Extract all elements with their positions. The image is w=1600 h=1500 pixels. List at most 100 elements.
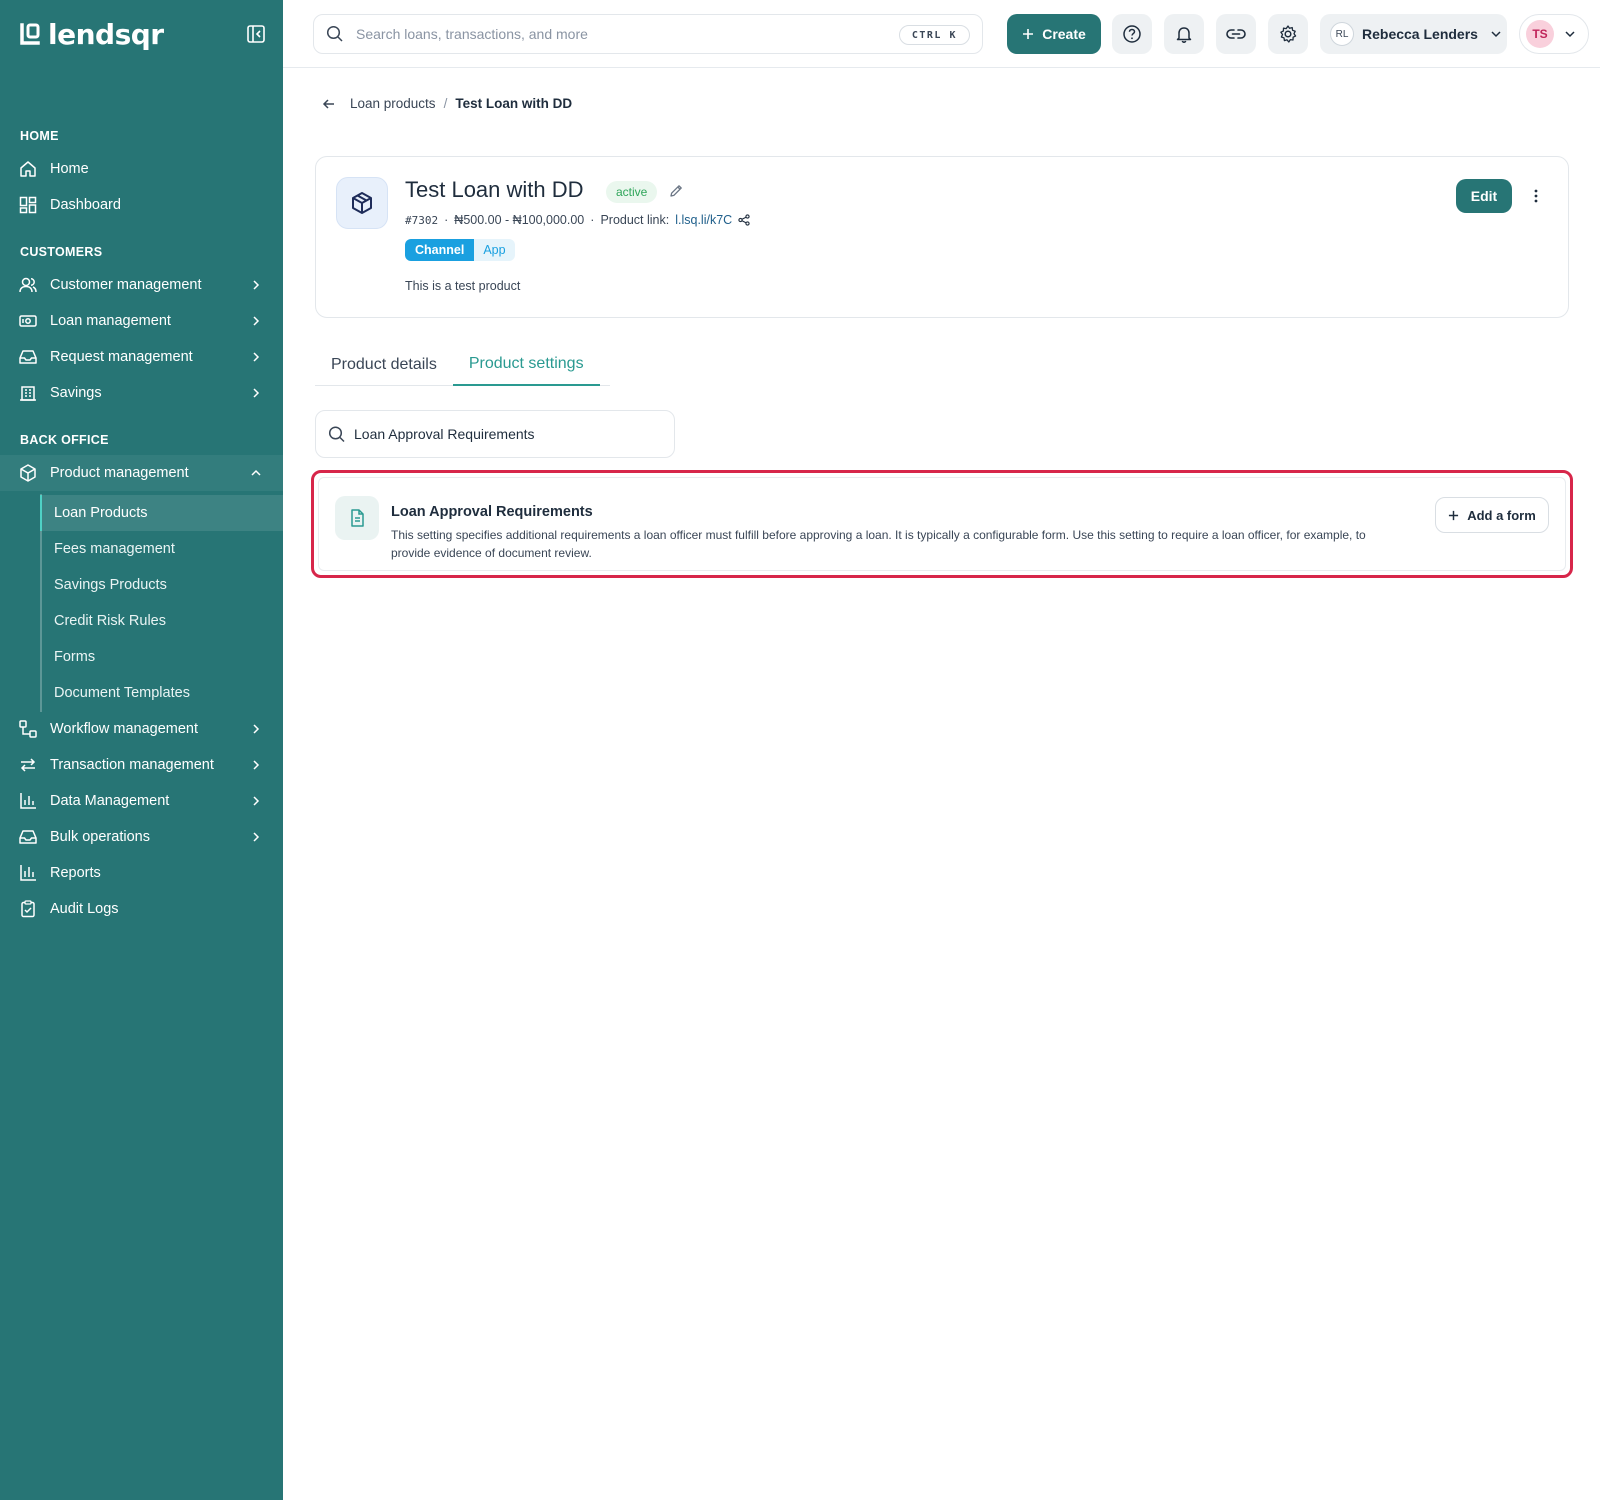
users-icon [19, 277, 37, 293]
chevron-up-icon [251, 469, 261, 476]
sidebar-subitem-forms[interactable]: Forms [40, 639, 283, 675]
global-search[interactable]: CTRL K [313, 14, 983, 54]
lendsqr-logo-icon [20, 22, 40, 45]
sidebar-item-label: Bulk operations [50, 829, 150, 845]
setting-description: This setting specifies additional requir… [391, 528, 1366, 560]
sidebar-item-dashboard[interactable]: Dashboard [0, 187, 283, 223]
section-back-office: BACK OFFICE [20, 433, 109, 447]
logo[interactable]: lendsqr [20, 18, 164, 51]
home-icon [20, 161, 36, 177]
link-button[interactable] [1216, 14, 1256, 54]
sidebar-item-product-management[interactable]: Product management [0, 455, 283, 491]
link-icon [1226, 29, 1246, 39]
sidebar: lendsqr HOME Home Dashboard CUSTOMERS Cu… [0, 0, 283, 1500]
tab-product-details[interactable]: Product details [315, 344, 453, 386]
inbox-icon [19, 350, 37, 364]
breadcrumb-parent[interactable]: Loan products [350, 96, 436, 111]
sidebar-subitem-savings-products[interactable]: Savings Products [40, 567, 283, 603]
organization-switcher[interactable]: RL Rebecca Lenders [1320, 14, 1507, 54]
sidebar-item-data-management[interactable]: Data Management [0, 783, 283, 819]
package-icon [20, 464, 36, 482]
sidebar-subitem-credit-risk-rules[interactable]: Credit Risk Rules [40, 603, 283, 639]
sidebar-subitem-document-templates[interactable]: Document Templates [40, 675, 283, 711]
workflow-icon [19, 720, 37, 738]
notifications-button[interactable] [1164, 14, 1204, 54]
product-header-card: Test Loan with DD active #7302 · ₦500.00… [315, 156, 1569, 318]
sidebar-item-audit-logs[interactable]: Audit Logs [0, 891, 283, 927]
chevron-right-icon [253, 388, 260, 398]
status-badge: active [606, 181, 658, 203]
search-icon [326, 25, 343, 42]
collapse-sidebar-icon[interactable] [246, 24, 266, 44]
profile-menu[interactable]: TS [1519, 14, 1589, 54]
product-link[interactable]: l.lsq.li/k7C [675, 213, 732, 227]
sidebar-item-label: Home [50, 161, 89, 177]
share-icon[interactable] [738, 214, 750, 226]
create-button[interactable]: Create [1007, 14, 1101, 54]
channel-key: Channel [405, 239, 475, 261]
chevron-down-icon [1491, 31, 1501, 38]
sidebar-item-label: Savings [50, 385, 102, 401]
product-description: This is a test product [405, 279, 521, 293]
sidebar-item-workflow-management[interactable]: Workflow management [0, 711, 283, 747]
money-icon [19, 315, 37, 327]
sidebar-item-reports[interactable]: Reports [0, 855, 283, 891]
sidebar-item-label: Audit Logs [50, 901, 119, 917]
sidebar-item-home[interactable]: Home [0, 151, 283, 187]
settings-search-input[interactable] [354, 426, 654, 442]
more-options-button[interactable] [1528, 185, 1544, 207]
sidebar-item-label: Reports [50, 865, 101, 881]
add-form-button[interactable]: Add a form [1435, 497, 1549, 533]
breadcrumb-current: Test Loan with DD [455, 96, 573, 111]
sidebar-item-label: Customer management [50, 277, 202, 293]
sidebar-item-label: Request management [50, 349, 193, 365]
bar-chart-icon [20, 793, 36, 809]
settings-button[interactable] [1268, 14, 1308, 54]
setting-title: Loan Approval Requirements [391, 504, 593, 520]
more-vertical-icon [1534, 189, 1538, 203]
gear-icon [1280, 25, 1297, 43]
pencil-icon[interactable] [668, 183, 684, 199]
breadcrumb-separator: / [443, 96, 448, 111]
channel-value: App [474, 239, 515, 261]
reports-icon [20, 865, 36, 881]
product-code: #7302 [405, 213, 439, 227]
setting-icon-tile [335, 496, 379, 540]
sidebar-item-label: Dashboard [50, 197, 121, 213]
help-button[interactable] [1112, 14, 1152, 54]
sidebar-item-savings[interactable]: Savings [0, 375, 283, 411]
dashboard-icon [19, 196, 37, 214]
bank-icon [20, 386, 36, 401]
search-input[interactable] [356, 26, 876, 42]
sidebar-item-loan-management[interactable]: Loan management [0, 303, 283, 339]
section-home: HOME [20, 129, 59, 143]
sidebar-item-transaction-management[interactable]: Transaction management [0, 747, 283, 783]
logo-text: lendsqr [48, 18, 164, 51]
document-icon [351, 509, 364, 527]
chevron-right-icon [253, 352, 260, 362]
plus-icon [1023, 29, 1034, 39]
product-link-label: Product link: [600, 213, 670, 227]
transfer-icon [20, 758, 36, 772]
settings-search[interactable] [315, 410, 675, 458]
tab-product-settings[interactable]: Product settings [452, 344, 600, 386]
help-icon [1123, 25, 1141, 43]
setting-card: Loan Approval Requirements This setting … [318, 477, 1566, 571]
sidebar-item-label: Product management [50, 465, 189, 481]
add-form-label: Add a form [1467, 507, 1536, 523]
chevron-right-icon [253, 724, 260, 734]
sidebar-item-label: Workflow management [50, 721, 199, 737]
sidebar-item-label: Transaction management [50, 757, 214, 773]
back-arrow-icon[interactable] [322, 97, 336, 111]
sidebar-item-bulk-operations[interactable]: Bulk operations [0, 819, 283, 855]
chevron-right-icon [253, 280, 260, 290]
sidebar-item-customer-management[interactable]: Customer management [0, 267, 283, 303]
edit-button[interactable]: Edit [1456, 179, 1512, 213]
chevron-down-icon [1565, 31, 1575, 38]
sidebar-subitem-loan-products[interactable]: Loan Products [40, 495, 283, 531]
amount-range: ₦500.00 - ₦100,000.00 [454, 213, 585, 227]
sidebar-subitem-fees-management[interactable]: Fees management [40, 531, 283, 567]
sidebar-item-request-management[interactable]: Request management [0, 339, 283, 375]
chevron-right-icon [253, 760, 260, 770]
setting-card-highlight: Loan Approval Requirements This setting … [311, 470, 1573, 578]
